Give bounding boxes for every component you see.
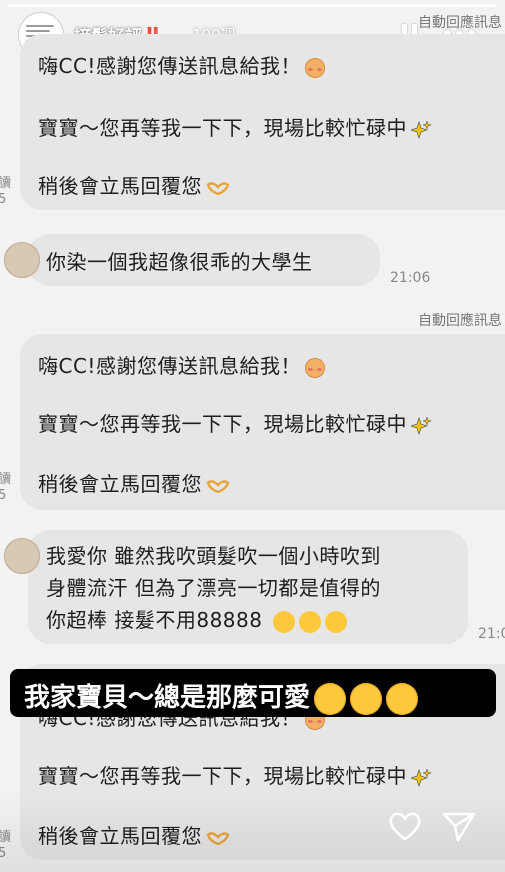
smiling-face-icon — [304, 357, 325, 378]
peer-message-text: 你染一個我超像很乖的大學生 — [46, 250, 313, 274]
peer-message-text: 身體流汗 但為了漂亮一切都是值得的 — [46, 576, 381, 600]
heart-icon[interactable] — [388, 810, 422, 842]
peer-avatar[interactable] — [4, 538, 40, 574]
heart-hands-icon — [206, 181, 230, 195]
face-blowing-kiss-icon — [325, 610, 348, 633]
bottom-gradient — [0, 792, 505, 872]
auto-reply-bubble: 嗨CC!感謝您傳送訊息給我！ 寶寶～您再等我一下下，現場比較忙碌中 稍後會立馬回… — [20, 34, 505, 210]
message-time: 21:06 — [390, 270, 431, 286]
caption-line: 我家寶貝～總是那麼可愛 — [24, 677, 419, 715]
smiling-face-with-hearts-icon — [299, 610, 322, 633]
smiling-face-icon — [304, 57, 325, 78]
story-progress-fill — [8, 4, 497, 7]
read-indicator: 讀 — [0, 176, 12, 191]
story-viewer: 接髮好評‼️ 100週 自動回應訊息 嗨CC!感謝您傳送訊息給我！ 寶寶～您再等… — [0, 0, 505, 872]
message-time: 21:0 — [478, 626, 505, 642]
auto-reply-label: 自動回應訊息 — [418, 15, 502, 31]
peer-message-text: 我愛你 雖然我吹頭髮吹一個小時吹到 — [46, 544, 381, 568]
read-count: 5 — [0, 488, 7, 503]
auto-reply-line: 嗨CC!感謝您傳送訊息給我！ — [38, 350, 325, 379]
send-icon[interactable] — [442, 810, 476, 842]
auto-reply-line: 寶寶～您再等我一下下，現場比較忙碌中 — [38, 408, 431, 437]
auto-reply-bubble: 嗨CC!感謝您傳送訊息給我！ 寶寶～您再等我一下下，現場比較忙碌中 稍後會立馬回… — [20, 334, 505, 510]
auto-reply-line: 寶寶～您再等我一下下，現場比較忙碌中 — [38, 112, 431, 141]
auto-reply-line: 寶寶～您再等我一下下，現場比較忙碌中 — [38, 760, 431, 789]
heart-eyes-face-icon — [273, 610, 296, 633]
sparkles-icon — [411, 415, 431, 435]
story-caption: 我家寶貝～總是那麼可愛 — [10, 669, 496, 717]
auto-reply-label: 自動回應訊息 — [418, 313, 502, 329]
peer-message-bubble: 我愛你 雖然我吹頭髮吹一個小時吹到 身體流汗 但為了漂亮一切都是值得的 你超棒 … — [4, 530, 468, 644]
story-progress-bar — [8, 4, 497, 7]
peer-message-bubble: 你染一個我超像很乖的大學生 — [4, 234, 380, 286]
hugging-face-icon — [350, 682, 383, 715]
peer-avatar[interactable] — [4, 242, 40, 278]
peer-message-line: 你超棒 接髮不用88888 — [46, 604, 348, 633]
auto-reply-line: 稍後會立馬回覆您 — [38, 170, 230, 199]
sparkles-icon — [411, 119, 431, 139]
read-count: 5 — [0, 192, 7, 207]
sparkles-icon — [411, 767, 431, 787]
auto-reply-line: 稍後會立馬回覆您 — [38, 468, 230, 497]
hugging-face-icon — [314, 682, 347, 715]
hugging-face-icon — [386, 682, 419, 715]
read-indicator: 讀 — [0, 472, 12, 487]
heart-hands-icon — [206, 479, 230, 493]
auto-reply-line: 嗨CC!感謝您傳送訊息給我！ — [38, 50, 325, 79]
